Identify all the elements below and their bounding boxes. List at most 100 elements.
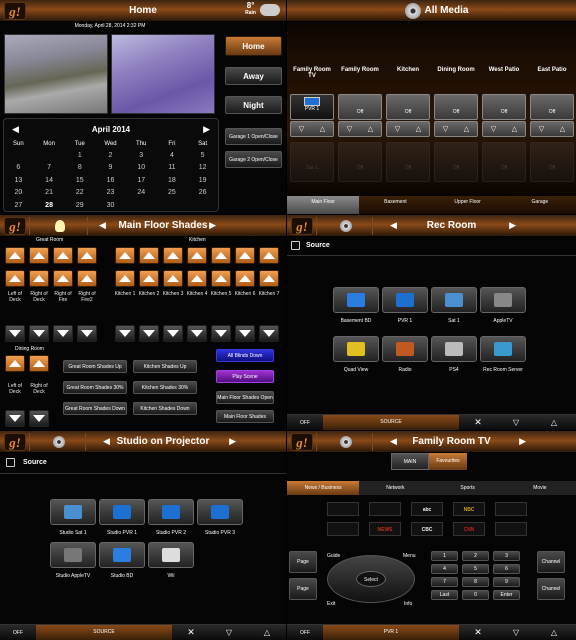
keypad-key[interactable]: 5 [462, 564, 489, 574]
shades-logo[interactable]: g! [4, 216, 26, 235]
shade-down-button[interactable] [29, 325, 49, 342]
vol-up-icon[interactable]: △ [560, 125, 565, 133]
zone-volume-4[interactable]: ▽ △ [482, 121, 526, 137]
night-button[interactable]: Night [225, 96, 282, 114]
vol-down-icon[interactable]: ▽ [395, 125, 400, 133]
shade-up-button[interactable] [5, 247, 25, 264]
source-tile[interactable] [431, 336, 477, 362]
dining-shade-down[interactable] [5, 410, 25, 427]
fam-logo[interactable]: g! [291, 432, 313, 451]
studio-vol-up[interactable]: △ [248, 628, 286, 637]
shade-up2-button[interactable] [29, 270, 49, 287]
shade-down-button[interactable] [53, 325, 73, 342]
calendar-day[interactable]: 30 [95, 199, 126, 212]
scene-button[interactable]: Kitchen Shades Up [133, 360, 197, 373]
next-month-arrow[interactable]: ▶ [203, 124, 210, 135]
source-tile[interactable] [148, 499, 194, 525]
source-tile[interactable] [333, 336, 379, 362]
info-label[interactable]: Info [404, 601, 412, 607]
menu-label[interactable]: Menu [403, 553, 416, 559]
vol-down-icon[interactable]: ▽ [443, 125, 448, 133]
zone-volume-5[interactable]: ▽ △ [530, 121, 574, 137]
camera-2[interactable] [111, 34, 215, 114]
studio-logo[interactable]: g! [4, 432, 26, 451]
tab-main-floor[interactable]: Main Floor [287, 196, 360, 214]
calendar-day[interactable]: 23 [95, 187, 126, 200]
rec-source-button[interactable]: SOURCE [323, 415, 459, 430]
calendar-day[interactable]: 26 [187, 187, 218, 200]
dining-shade-down[interactable] [29, 410, 49, 427]
calendar-day[interactable]: 5 [187, 149, 218, 162]
shade-down-button[interactable] [77, 325, 97, 342]
scene-button[interactable]: Kitchen Shades 30% [133, 381, 197, 394]
zone-status-5[interactable]: Off [530, 94, 574, 120]
source-tile[interactable] [197, 499, 243, 525]
fam-vol-up[interactable]: △ [535, 628, 573, 637]
shade-up-button[interactable] [163, 247, 183, 264]
rec-off-button[interactable]: OFF [287, 420, 323, 426]
keypad-key[interactable]: 6 [493, 564, 520, 574]
source-tile[interactable] [431, 287, 477, 313]
shade-down-button[interactable] [187, 325, 207, 342]
shade-up2-button[interactable] [211, 270, 231, 287]
exit-label[interactable]: Exit [327, 601, 335, 607]
shade-up2-button[interactable] [5, 270, 25, 287]
calendar-day[interactable] [3, 149, 34, 162]
tab-main[interactable]: MAIN [391, 453, 429, 470]
studio-vol-down[interactable]: ▽ [210, 628, 248, 637]
keypad-key[interactable]: Last [431, 590, 458, 600]
calendar-day[interactable]: 16 [95, 174, 126, 187]
play-scene-button[interactable]: Play Scene [216, 370, 274, 383]
rec-lights-icon[interactable]: ✕ [459, 417, 497, 428]
shade-down-button[interactable] [259, 325, 279, 342]
main-floor-shades-open-button[interactable]: Main Floor Shades Open [216, 391, 274, 404]
calendar-day[interactable]: 27 [3, 199, 34, 212]
source-tile[interactable] [50, 499, 96, 525]
source-tile[interactable] [382, 336, 428, 362]
channel-logo[interactable]: CBC [411, 522, 443, 536]
calendar-day[interactable]: 24 [126, 187, 157, 200]
tab-basement[interactable]: Basement [359, 196, 432, 214]
channel-logo[interactable]: CNN [453, 522, 485, 536]
dining-shade-up[interactable] [29, 355, 49, 372]
calendar-day[interactable] [187, 199, 218, 212]
keypad-key[interactable]: 8 [462, 577, 489, 587]
calendar-day[interactable]: 10 [126, 162, 157, 175]
shade-up-button[interactable] [139, 247, 159, 264]
shade-up-button[interactable] [53, 247, 73, 264]
calendar-day[interactable]: 21 [34, 187, 65, 200]
shade-up-button[interactable] [187, 247, 207, 264]
shade-down-button[interactable] [235, 325, 255, 342]
cat-sports[interactable]: Sports [432, 481, 504, 495]
keypad-key[interactable]: 7 [431, 577, 458, 587]
calendar-day[interactable]: 11 [157, 162, 188, 175]
calendar-day[interactable]: 17 [126, 174, 157, 187]
main-floor-shades-button[interactable]: Main Floor Shades [216, 410, 274, 423]
shade-up2-button[interactable] [139, 270, 159, 287]
shade-down-button[interactable] [139, 325, 159, 342]
channel-up-button[interactable]: Channel [537, 551, 565, 573]
vol-down-icon[interactable]: ▽ [347, 125, 352, 133]
rec-logo[interactable]: g! [291, 216, 313, 235]
shade-down-button[interactable] [163, 325, 183, 342]
shade-down-button[interactable] [211, 325, 231, 342]
home-button[interactable]: Home [225, 36, 282, 56]
vol-up-icon[interactable]: △ [368, 125, 373, 133]
calendar-day[interactable]: 15 [64, 174, 95, 187]
shade-up2-button[interactable] [163, 270, 183, 287]
studio-source-button[interactable]: SOURCE [36, 625, 172, 640]
shade-up-button[interactable] [235, 247, 255, 264]
keypad-key[interactable]: 4 [431, 564, 458, 574]
all-blinds-down-button[interactable]: All Blinds Down [216, 349, 274, 362]
fam-lights-icon[interactable]: ✕ [459, 627, 497, 638]
zone-volume-0[interactable]: ▽ △ [290, 121, 334, 137]
shade-up-button[interactable] [77, 247, 97, 264]
fam-next-arrow[interactable]: ▶ [519, 436, 526, 447]
scene-button[interactable]: Great Room Shades Down [63, 402, 127, 415]
channel-logo[interactable]: NEWS [369, 522, 401, 536]
keypad-key[interactable]: 9 [493, 577, 520, 587]
zone-volume-3[interactable]: ▽ △ [434, 121, 478, 137]
calendar-day[interactable]: 2 [95, 149, 126, 162]
calendar-day[interactable]: 25 [157, 187, 188, 200]
rec-vol-up[interactable]: △ [535, 418, 573, 427]
